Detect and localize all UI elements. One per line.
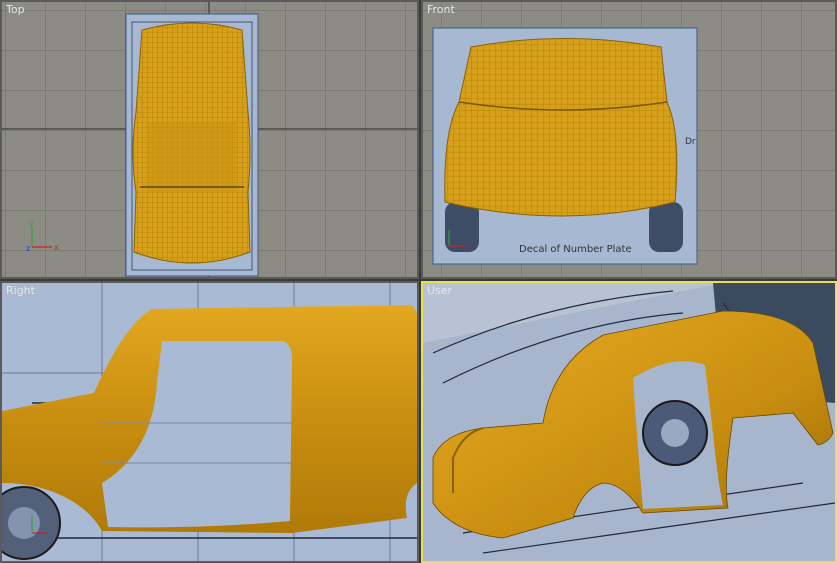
viewport-front[interactable]: Front Decal of Number Plate Dr bbox=[421, 0, 837, 279]
axis-z-label: z bbox=[26, 244, 30, 253]
viewport-front-label[interactable]: Front bbox=[427, 3, 455, 16]
viewport-top-canvas: y x z bbox=[2, 2, 417, 277]
viewport-right-label[interactable]: Right bbox=[6, 284, 35, 297]
car-mesh-front[interactable] bbox=[444, 38, 678, 217]
viewport-user[interactable]: User bbox=[421, 281, 837, 563]
axis-x-label: x bbox=[54, 243, 59, 252]
viewport-top-label[interactable]: Top bbox=[6, 3, 25, 16]
viewport-right-canvas bbox=[2, 283, 417, 561]
viewport-user-label[interactable]: User bbox=[427, 284, 452, 297]
car-mesh-top[interactable] bbox=[132, 22, 251, 264]
viewport-user-canvas bbox=[423, 283, 835, 561]
decal-number-plate-text: Decal of Number Plate bbox=[519, 244, 632, 255]
blueprint-side-mark: Dr bbox=[685, 137, 696, 147]
viewport-top[interactable]: Top y x z bbox=[0, 0, 419, 279]
viewport-right[interactable]: Right bbox=[0, 281, 419, 563]
viewport-grid: Top y x z Front Decal of Number Plate Dr… bbox=[0, 0, 837, 563]
viewport-front-canvas: Decal of Number Plate Dr bbox=[423, 2, 835, 277]
axis-y-label: y bbox=[29, 219, 34, 228]
